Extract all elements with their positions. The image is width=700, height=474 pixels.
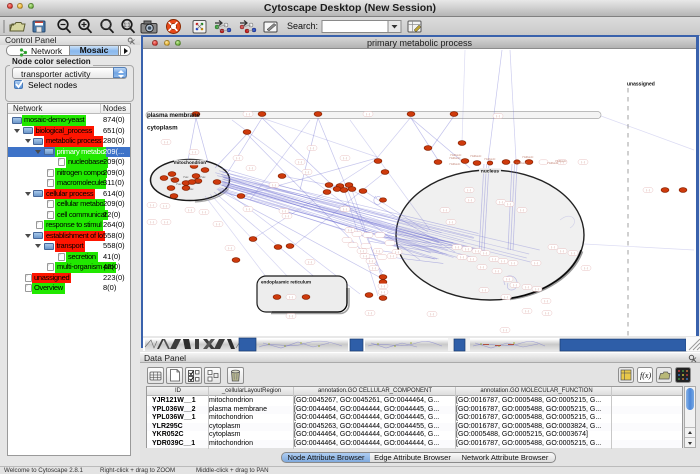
- svg-text:[....]: [....]: [520, 208, 525, 212]
- svg-text:[....]: [....]: [571, 251, 576, 255]
- svg-text:[....]: [....]: [366, 112, 371, 116]
- svg-text:[....]: [....]: [465, 247, 470, 251]
- svg-text:[....]: [....]: [545, 311, 550, 315]
- svg-text:[....]: [....]: [192, 150, 197, 154]
- svg-text:[....]: [....]: [381, 290, 386, 294]
- svg-text:[....]: [....]: [492, 257, 497, 261]
- svg-text:[....]: [....]: [525, 285, 530, 289]
- svg-text:[....]: [....]: [246, 112, 251, 116]
- svg-text:[....]: [....]: [495, 269, 500, 273]
- svg-text:[....]: [....]: [369, 259, 374, 263]
- svg-text:Search:: Search:: [287, 21, 318, 31]
- svg-text:[....]: [....]: [501, 259, 506, 263]
- svg-text:1:1: 1:1: [124, 23, 131, 29]
- svg-text:Yxxx: Yxxx: [176, 183, 182, 186]
- svg-text:[....]: [....]: [468, 198, 473, 202]
- svg-text:[....]: [....]: [470, 257, 475, 261]
- svg-text:[....]: [....]: [534, 261, 539, 265]
- svg-text:[....]: [....]: [381, 284, 386, 288]
- svg-text:[....]: [....]: [272, 183, 277, 187]
- svg-text:[....]: [....]: [236, 156, 241, 160]
- svg-text:[....]: [....]: [305, 170, 310, 174]
- svg-text:mitochondrion: mitochondrion: [174, 160, 206, 165]
- svg-text:[....]: [....]: [164, 140, 169, 144]
- svg-text:[....]: [....]: [506, 277, 511, 281]
- svg-text:[....]: [....]: [360, 249, 365, 253]
- svg-text:[....]: [....]: [390, 254, 395, 258]
- svg-text:[....]: [....]: [503, 328, 508, 332]
- svg-text:[....]: [....]: [581, 160, 586, 164]
- svg-text:[....]: [....]: [188, 208, 193, 212]
- svg-text:Yxxx: Yxxx: [195, 182, 201, 185]
- svg-text:cytoplasm: cytoplasm: [147, 125, 178, 132]
- svg-text:YGRxxxC: YGRxxxC: [516, 161, 528, 165]
- svg-text:[....]: [....]: [449, 220, 454, 224]
- svg-text:YGRxxxC: YGRxxxC: [449, 162, 461, 166]
- svg-text:[....]: [....]: [483, 251, 488, 255]
- svg-text:[....]: [....]: [343, 156, 348, 160]
- svg-text:[....]: [....]: [646, 188, 651, 192]
- svg-text:[....]: [....]: [584, 266, 589, 270]
- svg-text:[....]: [....]: [430, 312, 435, 316]
- svg-text:[....]: [....]: [455, 245, 460, 249]
- svg-text:[....]: [....]: [249, 166, 254, 170]
- svg-text:YGRxxxC: YGRxxxC: [484, 157, 496, 161]
- svg-text:YGRxxxC: YGRxxxC: [450, 153, 462, 157]
- svg-text:[....]: [....]: [513, 283, 518, 287]
- svg-text:[....]: [....]: [482, 288, 487, 292]
- svg-text:endoplasmic reticulum: endoplasmic reticulum: [261, 280, 311, 285]
- svg-text:[....]: [....]: [480, 265, 485, 269]
- svg-text:YGRxxxC: YGRxxxC: [522, 155, 534, 159]
- svg-text:[....]: [....]: [348, 228, 353, 232]
- svg-text:[....]: [....]: [511, 261, 516, 265]
- svg-text:[....]: [....]: [228, 246, 233, 250]
- svg-text:[....]: [....]: [560, 249, 565, 253]
- svg-text:[....]: [....]: [376, 249, 381, 253]
- svg-text:[....]: [....]: [443, 208, 448, 212]
- svg-text:[....]: [....]: [164, 220, 169, 224]
- svg-text:nucleus: nucleus: [481, 169, 499, 175]
- svg-text:[....]: [....]: [363, 254, 368, 258]
- svg-text:Yxxx: Yxxx: [183, 176, 189, 179]
- svg-text:[....]: [....]: [308, 260, 313, 264]
- svg-text:[....]: [....]: [535, 287, 540, 291]
- svg-text:[....]: [....]: [150, 220, 155, 224]
- svg-text:Yxxx: Yxxx: [188, 188, 194, 191]
- svg-text:[....]: [....]: [289, 295, 294, 299]
- svg-text:[....]: [....]: [368, 311, 373, 315]
- svg-text:[....]: [....]: [216, 222, 221, 226]
- svg-text:[....]: [....]: [507, 202, 512, 206]
- svg-text:[....]: [....]: [282, 209, 287, 213]
- svg-text:[....]: [....]: [372, 266, 377, 270]
- svg-text:Yxxx: Yxxx: [200, 176, 206, 179]
- svg-text:Yxxx: Yxxx: [170, 178, 176, 181]
- svg-text:unassigned: unassigned: [627, 82, 655, 88]
- svg-text:[....]: [....]: [475, 249, 480, 253]
- svg-text:YGRxxxC: YGRxxxC: [470, 154, 482, 158]
- svg-text:[....]: [....]: [150, 203, 155, 207]
- svg-text:[....]: [....]: [499, 200, 504, 204]
- svg-text:plasma membrane: plasma membrane: [147, 112, 201, 119]
- svg-text:[....]: [....]: [246, 207, 251, 211]
- svg-text:[....]: [....]: [310, 146, 315, 150]
- svg-text:[....]: [....]: [551, 245, 556, 249]
- svg-text:[....]: [....]: [496, 114, 501, 118]
- svg-text:[....]: [....]: [504, 295, 509, 299]
- svg-text:[....]: [....]: [395, 250, 400, 254]
- svg-text:[....]: [....]: [343, 207, 348, 211]
- svg-text:[....]: [....]: [202, 210, 207, 214]
- svg-text:YGRxxxC: YGRxxxC: [555, 159, 567, 163]
- svg-text:[....]: [....]: [163, 204, 168, 208]
- svg-text:[....]: [....]: [544, 299, 549, 303]
- svg-text:[....]: [....]: [298, 160, 303, 164]
- svg-text:f(x): f(x): [640, 371, 651, 380]
- svg-text:[....]: [....]: [289, 314, 294, 318]
- svg-text:[....]: [....]: [525, 309, 530, 313]
- svg-text:[....]: [....]: [467, 188, 472, 192]
- svg-text:[....]: [....]: [460, 255, 465, 259]
- svg-text:[....]: [....]: [285, 214, 290, 218]
